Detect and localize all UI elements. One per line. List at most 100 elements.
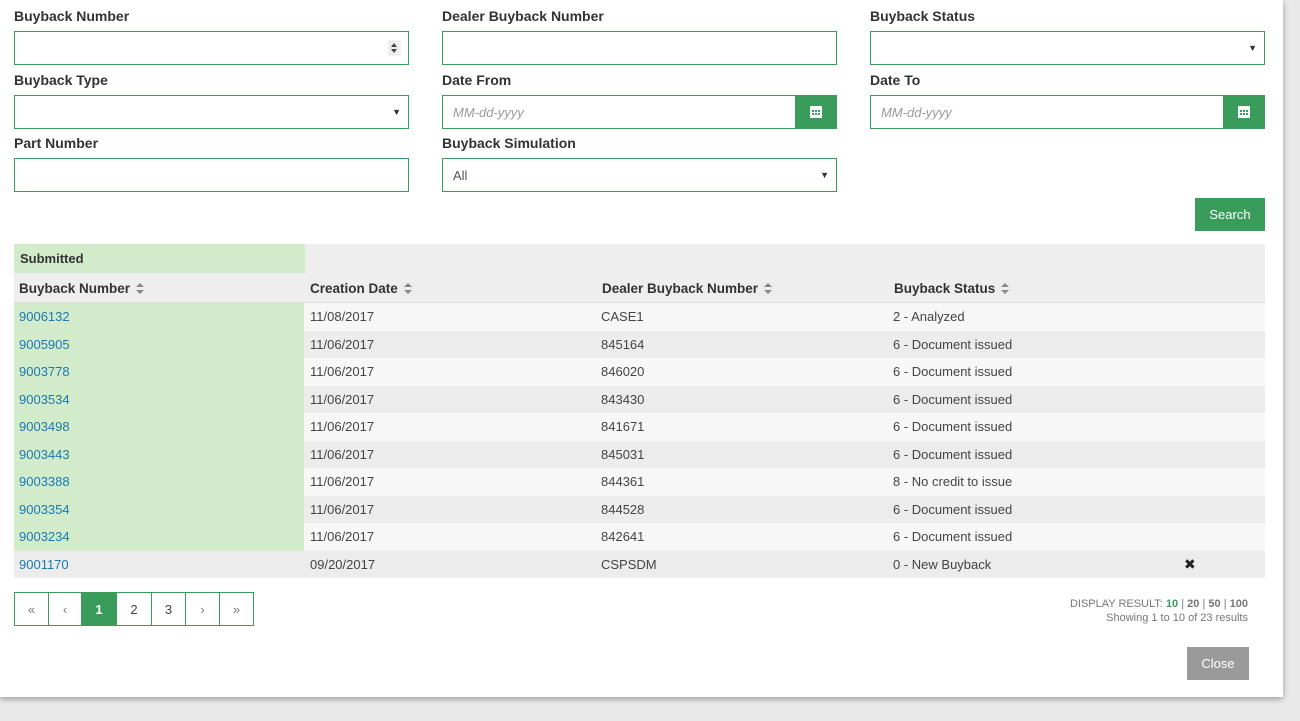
prev-page-button[interactable]: ‹ <box>48 592 82 626</box>
calendar-icon <box>1238 106 1250 118</box>
column-header-label: Buyback Status <box>894 280 996 296</box>
dealer-buyback-number-input[interactable] <box>442 31 837 65</box>
first-page-button[interactable]: « <box>14 592 49 626</box>
buyback-status-label: Buyback Status <box>870 8 976 24</box>
date-from-input[interactable]: MM-dd-yyyy <box>442 95 796 129</box>
table-header-row: Buyback Number Creation Date Dealer Buyb… <box>14 273 1265 303</box>
page-size-100[interactable]: 100 <box>1230 598 1248 610</box>
dealer-buyback-number-cell: 844528 <box>601 501 645 517</box>
date-to-placeholder: MM-dd-yyyy <box>881 104 952 120</box>
buyback-status-cell: 6 - Document issued <box>893 336 1013 352</box>
last-page-button[interactable]: » <box>219 592 254 626</box>
dealer-buyback-number-cell: 844361 <box>601 474 645 490</box>
date-to-calendar-button[interactable] <box>1223 95 1265 129</box>
dealer-buyback-number-cell: CASE1 <box>601 309 644 325</box>
page-size-10[interactable]: 10 <box>1166 598 1178 610</box>
column-header-buyback-number[interactable]: Buyback Number <box>19 273 145 303</box>
buyback-number-input[interactable] <box>14 31 409 65</box>
buyback-number-link[interactable]: 9006132 <box>14 303 304 331</box>
buyback-status-cell: 6 - Document issued <box>893 419 1013 435</box>
table-row: 9003498 11/06/2017 841671 6 - Document issu… <box>14 413 1265 441</box>
search-button[interactable]: Search <box>1195 198 1265 231</box>
table-row: 9003354 11/06/2017 844528 6 - Document issu… <box>14 495 1265 523</box>
dealer-buyback-number-label: Dealer Buyback Number <box>442 8 604 24</box>
buyback-status-cell: 2 - Analyzed <box>893 309 965 325</box>
column-header-buyback-status[interactable]: Buyback Status <box>894 273 1010 303</box>
part-number-label: Part Number <box>14 135 99 151</box>
page-button-2[interactable]: 2 <box>116 592 152 626</box>
creation-date-cell: 11/06/2017 <box>310 446 375 462</box>
table-row: 9003443 11/06/2017 845031 6 - Document issu… <box>14 440 1265 468</box>
buyback-number-link[interactable]: 9003234 <box>14 523 304 551</box>
calendar-icon <box>810 106 822 118</box>
buyback-status-cell: 6 - Document issued <box>893 446 1013 462</box>
table-row: 9003388 11/06/2017 844361 8 - No credit to … <box>14 468 1265 496</box>
group-header-row: Submitted <box>14 244 1265 273</box>
buyback-simulation-label: Buyback Simulation <box>442 135 576 151</box>
column-header-dealer-buyback-number[interactable]: Dealer Buyback Number <box>602 273 773 303</box>
date-to-input[interactable]: MM-dd-yyyy <box>870 95 1224 129</box>
date-from-calendar-button[interactable] <box>795 95 837 129</box>
buyback-number-link[interactable]: 9003534 <box>14 385 304 413</box>
buyback-simulation-value: All <box>453 167 468 183</box>
table-row: 9003778 11/06/2017 846020 6 - Document issu… <box>14 358 1265 386</box>
creation-date-cell: 11/06/2017 <box>310 364 375 380</box>
buyback-number-link[interactable]: 9005905 <box>14 330 304 358</box>
sort-icon[interactable] <box>1001 282 1010 294</box>
buyback-number-link[interactable]: 9001170 <box>14 551 304 579</box>
dealer-buyback-number-cell: CSPSDM <box>601 556 657 572</box>
delete-icon[interactable]: ✖ <box>1184 551 1196 579</box>
column-header-label: Creation Date <box>310 280 398 296</box>
dealer-buyback-number-cell: 843430 <box>601 391 645 407</box>
buyback-status-cell: 0 - New Buyback <box>893 556 992 572</box>
buyback-number-link[interactable]: 9003778 <box>14 358 304 386</box>
page-button-1[interactable]: 1 <box>81 592 117 626</box>
date-to-label: Date To <box>870 72 921 88</box>
buyback-number-link[interactable]: 9003498 <box>14 413 304 441</box>
showing-results-text: Showing 1 to 10 of 23 results <box>1106 612 1248 624</box>
page-button-3[interactable]: 3 <box>151 592 186 626</box>
buyback-status-cell: 6 - Document issued <box>893 501 1013 517</box>
buyback-number-link[interactable]: 9003443 <box>14 440 304 468</box>
dealer-buyback-number-cell: 845164 <box>601 336 645 352</box>
close-button[interactable]: Close <box>1187 647 1249 680</box>
number-spinner-icon[interactable] <box>388 40 401 56</box>
buyback-status-select[interactable]: ▼ <box>870 31 1265 65</box>
page-size-20[interactable]: 20 <box>1187 598 1199 610</box>
buyback-number-link[interactable]: 9003388 <box>14 468 304 496</box>
sort-icon[interactable] <box>136 282 145 294</box>
column-header-label: Dealer Buyback Number <box>602 280 759 296</box>
sort-icon[interactable] <box>764 282 773 294</box>
buyback-status-cell: 6 - Document issued <box>893 364 1013 380</box>
table-row: 9005905 11/06/2017 845164 6 - Document issu… <box>14 330 1265 358</box>
caret-down-icon: ▼ <box>1248 43 1257 53</box>
separator: | <box>1202 598 1206 610</box>
pagination: « ‹ 1 2 3 › » <box>14 592 254 626</box>
creation-date-cell: 11/06/2017 <box>310 391 375 407</box>
caret-down-icon: ▼ <box>820 170 829 180</box>
buyback-simulation-select[interactable]: All ▼ <box>442 158 837 192</box>
buyback-status-cell: 6 - Document issued <box>893 391 1013 407</box>
column-header-label: Buyback Number <box>19 280 131 296</box>
search-buyback-modal: Buyback Number Dealer Buyback Number Buy… <box>0 0 1283 697</box>
part-number-input[interactable] <box>14 158 409 192</box>
creation-date-cell: 11/06/2017 <box>310 474 375 490</box>
buyback-type-select[interactable]: ▼ <box>14 95 409 129</box>
table-row: 9003534 11/06/2017 843430 6 - Document issu… <box>14 385 1265 413</box>
page-size-50[interactable]: 50 <box>1208 598 1220 610</box>
sort-icon[interactable] <box>403 282 412 294</box>
buyback-type-label: Buyback Type <box>14 72 108 88</box>
table-row: 9006132 11/08/2017 CASE1 2 - Analyzed <box>14 303 1265 331</box>
date-from-placeholder: MM-dd-yyyy <box>453 104 524 120</box>
group-header-submitted: Submitted <box>14 244 305 273</box>
caret-down-icon: ▼ <box>392 107 401 117</box>
results-table: Submitted Buyback Number Creation Date D… <box>14 244 1265 578</box>
buyback-number-link[interactable]: 9003354 <box>14 495 304 523</box>
next-page-button[interactable]: › <box>185 592 220 626</box>
column-header-creation-date[interactable]: Creation Date <box>310 273 412 303</box>
separator: | <box>1181 598 1185 610</box>
display-result: DISPLAY RESULT: 10 | 20 | 50 | 100 Showi… <box>1070 598 1248 624</box>
buyback-number-label: Buyback Number <box>14 8 130 24</box>
creation-date-cell: 11/06/2017 <box>310 529 375 545</box>
creation-date-cell: 11/06/2017 <box>310 419 375 435</box>
